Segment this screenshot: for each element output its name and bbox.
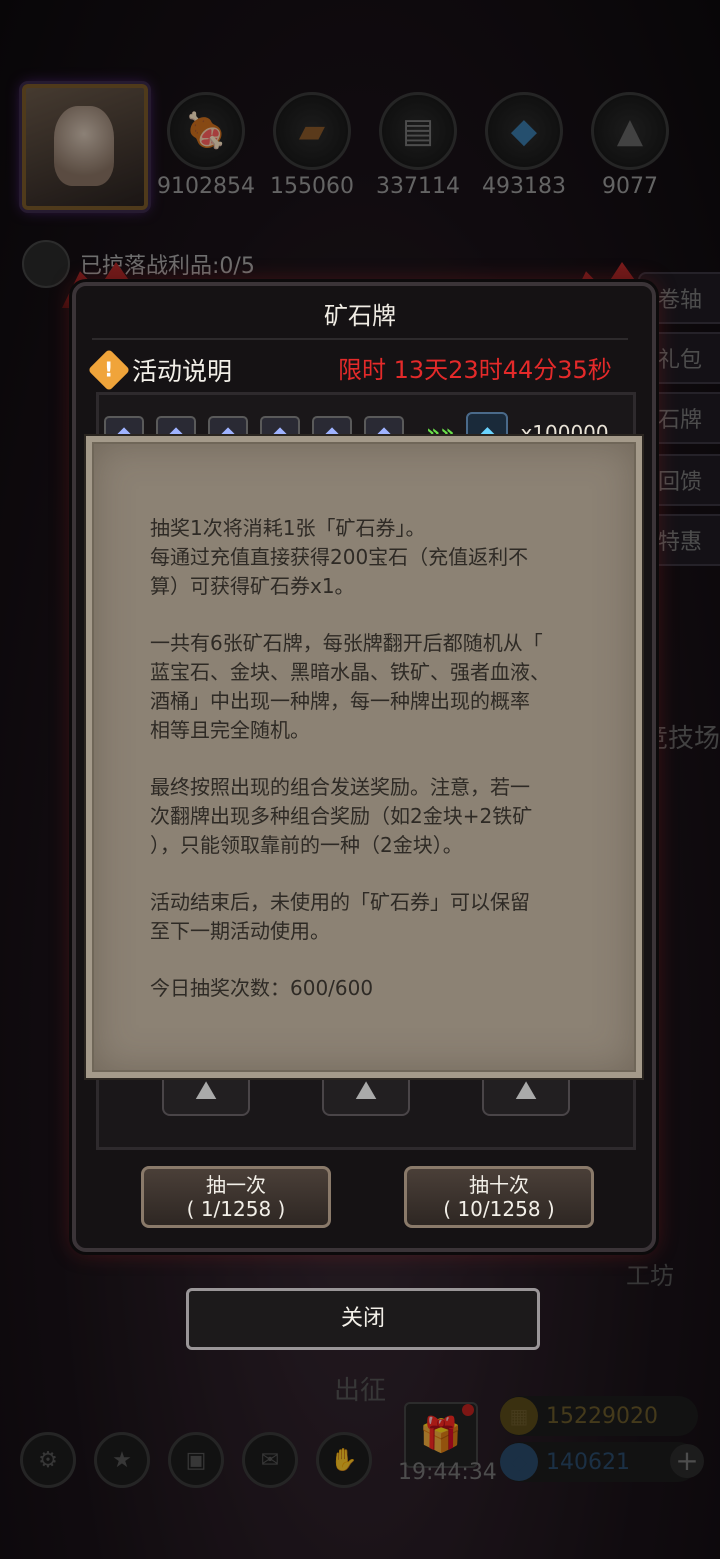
desc-line: 酒桶」中出现一种牌，每一种牌出现的概率 [150, 689, 530, 713]
desc-line: 每通过充值直接获得200宝石（充值返利不 [150, 545, 529, 569]
desc-line: 算）可获得矿石券x1。 [150, 574, 355, 598]
info-label: 活动说明 [132, 357, 233, 386]
draw-ten-count: ( 10/1258 ) [443, 1197, 555, 1221]
divider [92, 338, 628, 340]
description-text: 抽奖1次将消耗1张「矿石券」。 每通过充值直接获得200宝石（充值返利不 算）可… [150, 514, 580, 1031]
close-button[interactable]: 关闭 [186, 1288, 540, 1350]
desc-line: ），只能领取靠前的一种（2金块）。 [150, 833, 463, 857]
desc-line: 活动结束后，未使用的「矿石券」可以保留 [150, 890, 530, 914]
desc-line: 相等且完全随机。 [150, 718, 310, 742]
draw-once-label: 抽一次 [206, 1173, 266, 1197]
draw-once-count: ( 1/1258 ) [186, 1197, 286, 1221]
desc-line: 抽奖1次将消耗1张「矿石券」。 [150, 516, 426, 540]
desc-line: 次翻牌出现多种组合奖励（如2金块+2铁矿 [150, 804, 533, 828]
draw-ten-button[interactable]: 抽十次 ( 10/1258 ) [404, 1166, 594, 1228]
event-timer: 限时 13天23时44分35秒 [338, 356, 612, 384]
desc-line: 最终按照出现的组合发送奖励。注意，若一 [150, 775, 530, 799]
desc-line: 一共有6张矿石牌，每张牌翻开后都随机从「 [150, 631, 543, 655]
desc-line: 蓝宝石、金块、黑暗水晶、铁矿、强者血液、 [150, 660, 550, 684]
draw-ten-label: 抽十次 [469, 1173, 529, 1197]
draw-once-button[interactable]: 抽一次 ( 1/1258 ) [141, 1166, 331, 1228]
panel-title: 矿石牌 [324, 302, 396, 330]
event-description-popup: 抽奖1次将消耗1张「矿石券」。 每通过充值直接获得200宝石（充值返利不 算）可… [86, 436, 642, 1078]
event-info-button[interactable]: ! 活动说明 [87, 348, 233, 392]
warning-icon: ! [87, 348, 131, 392]
desc-line: 至下一期活动使用。 [150, 919, 330, 943]
daily-draw-count: 今日抽奖次数：600/600 [150, 976, 374, 1000]
